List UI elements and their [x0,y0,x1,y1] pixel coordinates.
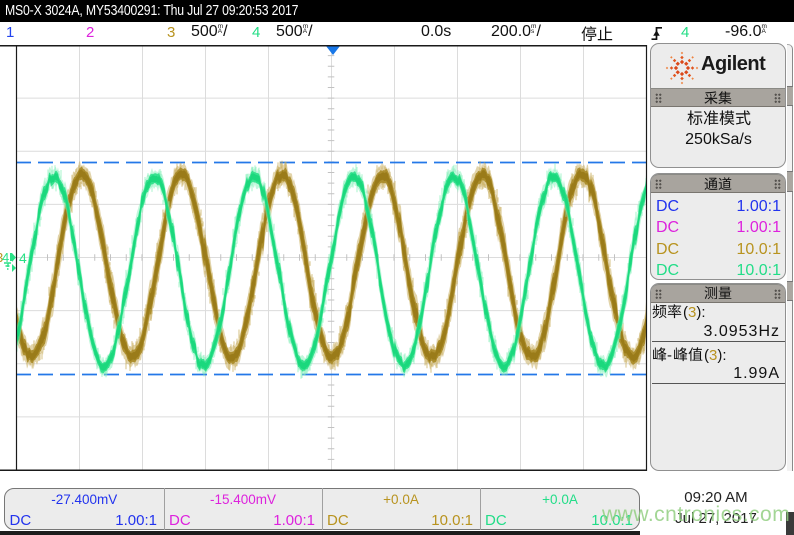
svg-text:4: 4 [19,250,27,266]
